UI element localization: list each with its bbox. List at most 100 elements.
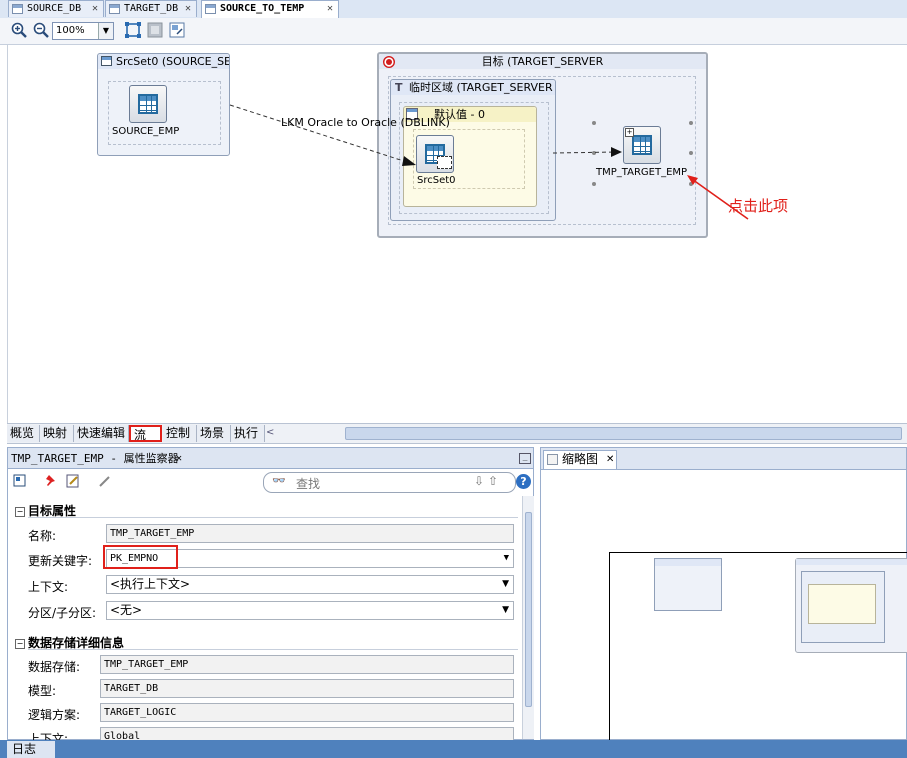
expand-icon[interactable]: +: [625, 128, 634, 137]
datastore-field[interactable]: TMP_TARGET_EMP: [100, 655, 514, 674]
selection-handle[interactable]: [592, 121, 596, 125]
edit-icon[interactable]: [66, 474, 80, 488]
thumbnail-panel: 缩略图 ✕: [540, 447, 907, 743]
staging-area-node[interactable]: T 临时区域 (TARGET_SERVER 默认值 - 0 SrcSet0: [390, 79, 556, 221]
diagram-canvas[interactable]: SrcSet0 (SOURCE_SERVER) SOURCE_EMP 目标 (T…: [7, 45, 907, 423]
search-up-icon[interactable]: ⇧: [488, 474, 498, 488]
selection-handle[interactable]: [689, 121, 693, 125]
chevron-down-icon: ▼: [502, 605, 509, 615]
staging-area-header: T 临时区域 (TARGET_SERVER: [391, 80, 555, 95]
srcset-table-icon[interactable]: [416, 135, 454, 173]
binoculars-icon: 👓: [272, 474, 286, 487]
temp-overlay-icon: [437, 156, 452, 169]
context-select[interactable]: <执行上下文> ▼: [106, 575, 514, 594]
property-inspector-title: TMP_TARGET_EMP - 属性监察器 ✕ _: [8, 448, 533, 469]
target-icon: [383, 56, 395, 68]
thumbnail-tab-bar: 缩略图 ✕: [541, 448, 906, 470]
collapse-icon[interactable]: −: [15, 639, 25, 649]
thumbnail-header: [796, 559, 907, 565]
fit-to-window-icon[interactable]: [125, 22, 141, 38]
scroll-thumb[interactable]: [525, 512, 532, 707]
collapse-icon[interactable]: −: [15, 507, 25, 517]
close-icon[interactable]: ✕: [92, 1, 98, 17]
export-diagram-icon[interactable]: [169, 22, 185, 38]
close-icon[interactable]: ✕: [606, 451, 614, 468]
diagram-toolbar: 100% ▼: [0, 18, 907, 45]
model-field[interactable]: TARGET_DB: [100, 679, 514, 698]
thumbnail-title: 缩略图: [562, 452, 599, 466]
prop-label: 上下文:: [28, 580, 69, 594]
tab-overview[interactable]: 概览: [7, 425, 40, 442]
chevron-down-icon: ▼: [503, 553, 509, 563]
name-field[interactable]: TMP_TARGET_EMP: [106, 524, 514, 543]
target-group-node[interactable]: 目标 (TARGET_SERVER T 临时区域 (TARGET_SERVER …: [377, 52, 708, 238]
select-icon[interactable]: [13, 474, 27, 488]
scroll-left-icon[interactable]: <: [266, 427, 274, 438]
prop-label: 模型:: [28, 684, 57, 698]
context-field[interactable]: Global: [100, 727, 514, 740]
zoom-value: 100%: [56, 25, 85, 36]
highlight-box: [103, 545, 178, 569]
view-tab-bar: 概览 映射 快速编辑 流 控制 场景 执行 <: [7, 423, 907, 444]
zoom-out-icon[interactable]: [33, 22, 49, 38]
status-bar: [0, 740, 907, 758]
selection-handle[interactable]: [592, 151, 596, 155]
target-datastore-label[interactable]: TMP_TARGET_EMP: [596, 167, 687, 178]
tab-source-to-temp[interactable]: SOURCE_TO_TEMP ✕: [201, 0, 339, 18]
interface-icon: [205, 4, 216, 14]
divider: [28, 517, 518, 518]
tab-quick-edit[interactable]: 快速编辑: [74, 425, 129, 442]
source-set-header: SrcSet0 (SOURCE_SERVER): [98, 54, 229, 69]
vertical-scrollbar[interactable]: [522, 496, 534, 739]
close-icon[interactable]: ✕: [185, 1, 191, 17]
tab-label: TARGET_DB: [124, 3, 179, 14]
close-icon[interactable]: ✕: [327, 1, 333, 17]
prop-label: 数据存储:: [28, 660, 81, 674]
thumbnail-header: [655, 559, 721, 566]
prop-label: 更新关键字:: [28, 554, 93, 568]
zoom-in-icon[interactable]: [11, 22, 27, 38]
target-table-icon[interactable]: +: [623, 126, 661, 164]
selection-handle[interactable]: [592, 182, 596, 186]
search-field[interactable]: 👓 查找 ⇩ ⇧: [263, 472, 516, 493]
tab-control[interactable]: 控制: [163, 425, 197, 442]
pencil-icon[interactable]: [98, 474, 112, 488]
horizontal-scrollbar[interactable]: [345, 427, 902, 440]
tab-scenario[interactable]: 场景: [197, 425, 231, 442]
prop-label: 逻辑方案:: [28, 708, 81, 722]
thumbnail-source-node: [654, 558, 722, 611]
log-tab[interactable]: 日志: [7, 741, 55, 758]
staging-area-title: 临时区域 (TARGET_SERVER: [409, 81, 553, 94]
partition-select[interactable]: <无> ▼: [106, 601, 514, 620]
close-icon[interactable]: ✕: [176, 448, 182, 469]
source-set-node[interactable]: SrcSet0 (SOURCE_SERVER) SOURCE_EMP: [97, 53, 230, 156]
prop-row-logical-schema: 逻辑方案: TARGET_LOGIC: [8, 702, 520, 724]
source-datastore-label: SOURCE_EMP: [112, 126, 180, 137]
thumbnail-default: [808, 584, 876, 624]
prop-label: 分区/子分区:: [28, 606, 97, 620]
pin-icon[interactable]: [44, 474, 58, 488]
divider: [28, 649, 518, 650]
zoom-select[interactable]: 100% ▼: [52, 22, 114, 40]
tab-thumbnail[interactable]: 缩略图 ✕: [543, 450, 617, 469]
selection-handle[interactable]: [689, 151, 693, 155]
property-inspector: TMP_TARGET_EMP - 属性监察器 ✕ _ 👓 查找 ⇩ ⇧ ? − 目…: [7, 447, 534, 740]
tab-label: SOURCE_TO_TEMP: [220, 3, 305, 14]
tab-target-db[interactable]: TARGET_DB ✕: [105, 0, 197, 17]
tab-source-db[interactable]: SOURCE_DB ✕: [8, 0, 104, 17]
selection-handle[interactable]: [689, 182, 693, 186]
layout-icon[interactable]: [147, 22, 163, 38]
prop-row-model: 模型: TARGET_DB: [8, 678, 520, 700]
chevron-down-icon: ▼: [98, 23, 113, 39]
logical-schema-field[interactable]: TARGET_LOGIC: [100, 703, 514, 722]
search-down-icon[interactable]: ⇩: [474, 474, 484, 488]
help-icon[interactable]: ?: [516, 474, 531, 489]
hammer-icon: T: [395, 81, 403, 94]
tab-execution[interactable]: 执行: [231, 425, 265, 442]
section-title: 目标属性: [28, 504, 77, 518]
tab-flow[interactable]: 流: [129, 425, 162, 442]
source-table-icon[interactable]: [129, 85, 167, 123]
tab-mapping[interactable]: 映射: [40, 425, 74, 442]
minimize-icon[interactable]: _: [519, 453, 531, 464]
annotation-text: 点击此项: [728, 197, 789, 215]
